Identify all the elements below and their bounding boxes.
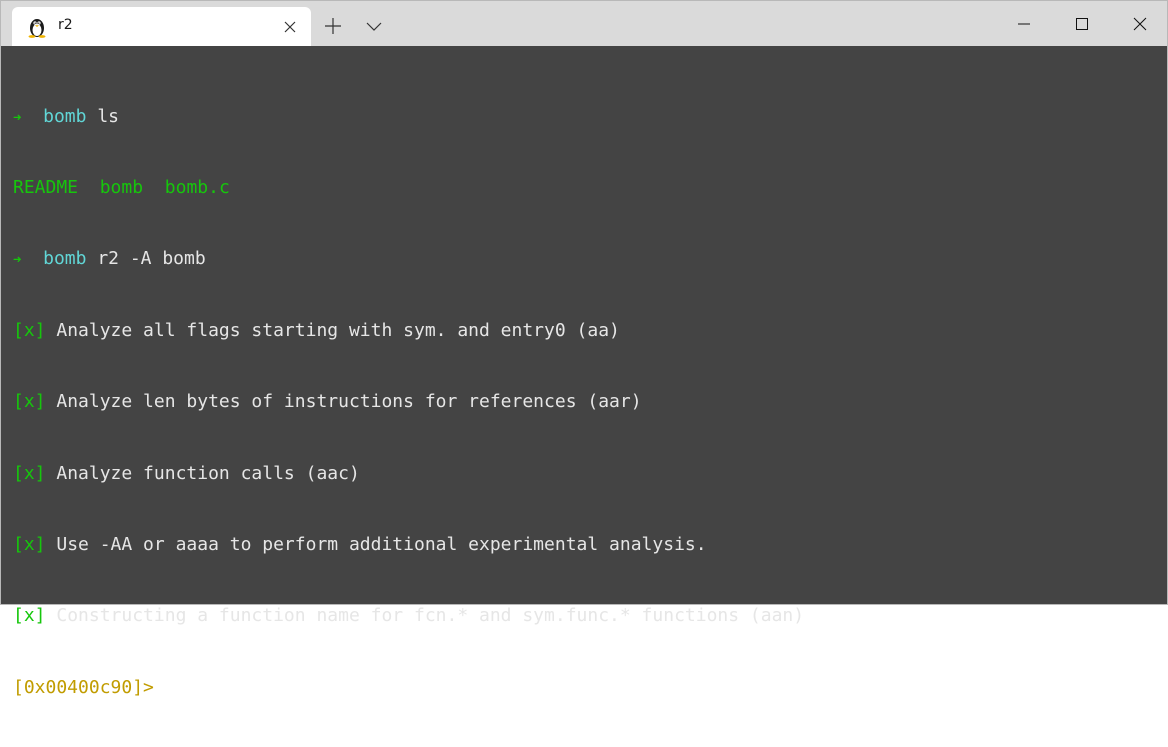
terminal-output[interactable]: ➜ bomb ls README bomb bomb.c ➜ bomb r2 -… — [1, 46, 1167, 698]
command-text: r2 -A bomb — [97, 248, 206, 270]
analysis-mark: [x] — [13, 391, 46, 413]
file-entry: README — [13, 176, 79, 198]
chevron-down-icon[interactable] — [364, 18, 384, 34]
minimize-button[interactable] — [995, 1, 1053, 46]
maximize-icon — [1076, 17, 1088, 30]
analysis-text: Analyze all flags starting with sym. and… — [56, 319, 620, 341]
maximize-button[interactable] — [1053, 1, 1111, 46]
r2-prompt: [0x00400c90]> — [13, 676, 154, 698]
minimize-icon — [1018, 23, 1030, 24]
tab-close-icon[interactable] — [282, 19, 298, 35]
analysis-text: Use -AA or aaaa to perform additional ex… — [56, 533, 707, 555]
file-entry: bomb.c — [164, 176, 230, 198]
tab-title: r2 — [58, 17, 73, 33]
prompt-arrow-icon: ➜ — [13, 252, 22, 269]
title-bar[interactable]: r2 — [1, 1, 1167, 46]
prompt-arrow-icon: ➜ — [13, 109, 22, 126]
terminal-line: ➜ bomb r2 -A bomb — [13, 247, 1155, 271]
terminal-line: [0x00400c90]> — [13, 676, 1155, 700]
close-button[interactable] — [1111, 1, 1168, 46]
tab-r2[interactable]: r2 — [12, 7, 311, 46]
analysis-line: [x] Use -AA or aaaa to perform additiona… — [13, 533, 1155, 557]
analysis-mark: [x] — [13, 605, 46, 627]
analysis-mark: [x] — [13, 533, 46, 555]
analysis-line: [x] Constructing a function name for fcn… — [13, 604, 1155, 628]
prompt-directory: bomb — [43, 248, 87, 270]
analysis-line: [x] Analyze all flags starting with sym.… — [13, 319, 1155, 343]
analysis-text: Analyze function calls (aac) — [56, 462, 360, 484]
terminal-window: r2 ➜ bomb ls README bomb bomb.c ➜ bomb r… — [0, 0, 1168, 698]
command-text: ls — [97, 105, 120, 127]
analysis-text: Analyze len bytes of instructions for re… — [56, 391, 642, 413]
analysis-mark: [x] — [13, 462, 46, 484]
terminal-line: ➜ bomb ls — [13, 105, 1155, 129]
terminal-line: README bomb bomb.c — [13, 176, 1155, 200]
close-icon — [1133, 17, 1147, 30]
prompt-directory: bomb — [43, 105, 87, 127]
analysis-line: [x] Analyze len bytes of instructions fo… — [13, 390, 1155, 414]
plus-icon[interactable] — [323, 16, 343, 36]
analysis-text: Constructing a function name for fcn.* a… — [56, 605, 805, 627]
linux-penguin-icon — [28, 19, 46, 38]
file-entry: bomb — [99, 176, 144, 198]
analysis-mark: [x] — [13, 319, 46, 341]
analysis-line: [x] Analyze function calls (aac) — [13, 462, 1155, 486]
